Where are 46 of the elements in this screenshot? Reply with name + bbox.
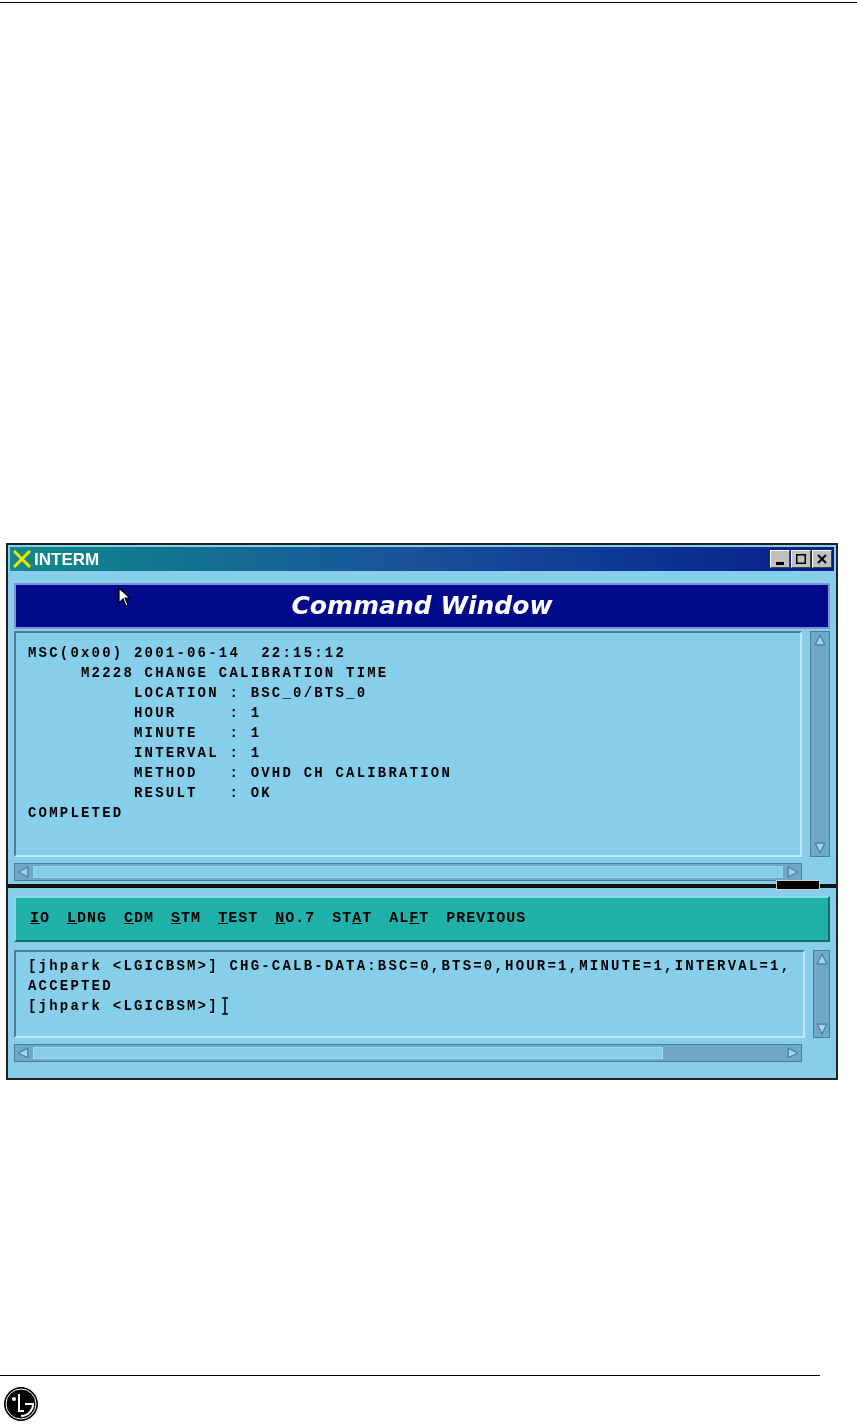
x-logo-icon: [12, 550, 32, 568]
menu-item[interactable]: STM: [171, 907, 202, 931]
maximize-icon: [796, 554, 806, 564]
output-line: M2228 CHANGE CALIBRATION TIME: [80, 664, 389, 683]
pane-sash-handle[interactable]: [776, 880, 820, 890]
menu-item[interactable]: PREVIOUS: [446, 907, 527, 931]
console-line: ACCEPTED: [28, 977, 113, 996]
window-title: INTERM: [34, 550, 100, 568]
output-line: MINUTE : 1: [133, 724, 262, 743]
minimize-button[interactable]: [770, 550, 790, 568]
scroll-up-arrow-icon[interactable]: [815, 953, 828, 965]
maximize-button[interactable]: [791, 550, 811, 568]
output-line: METHOD : OVHD CH CALIBRATION: [133, 764, 453, 783]
scroll-left-arrow-icon[interactable]: [17, 1047, 29, 1059]
output-line: HOUR : 1: [133, 704, 262, 723]
output-line: RESULT : OK: [133, 784, 272, 803]
vertical-scrollbar[interactable]: [810, 631, 830, 857]
menu-item[interactable]: NO.7: [275, 907, 316, 931]
output-line: INTERVAL : 1: [133, 744, 262, 763]
scroll-right-arrow-icon[interactable]: [787, 1047, 799, 1059]
minimize-icon: [776, 561, 784, 565]
vertical-scrollbar[interactable]: [813, 950, 830, 1038]
close-button[interactable]: [812, 550, 832, 568]
scroll-down-arrow-icon[interactable]: [814, 842, 826, 854]
output-line: MSC(0x00) 2001-06-14 22:15:12: [28, 644, 347, 663]
output-line: LOCATION : BSC_0/BTS_0: [133, 684, 368, 703]
scroll-left-arrow-icon[interactable]: [17, 866, 29, 878]
menu-item[interactable]: ALFT: [389, 907, 430, 931]
scroll-down-arrow-icon[interactable]: [815, 1023, 828, 1035]
menu-item[interactable]: LDNG: [67, 907, 108, 931]
text-cursor-icon: [220, 997, 229, 1015]
menu-item[interactable]: TEST: [218, 907, 259, 931]
menu-item[interactable]: STAT: [332, 907, 373, 931]
console-line: [jhpark <LGICBSM>]: [28, 997, 219, 1016]
scroll-right-arrow-icon[interactable]: [787, 866, 799, 878]
header-title: Command Window: [291, 590, 553, 623]
console-line: [jhpark <LGICBSM>] CHG-CALB-DATA:BSC=0,BTS=0,HOUR=1,MINUTE=1,INTERVAL=1,: [28, 957, 792, 976]
menu-item[interactable]: IO: [30, 907, 51, 931]
horizontal-scrollbar[interactable]: [14, 863, 802, 881]
horizontal-scrollbar[interactable]: [14, 1044, 802, 1062]
scroll-up-arrow-icon[interactable]: [814, 634, 826, 646]
output-line: COMPLETED: [28, 804, 124, 823]
mouse-pointer-icon: [118, 587, 132, 607]
lg-logo-icon: [3, 1386, 39, 1422]
close-icon: [817, 554, 827, 564]
menu-item[interactable]: CDM: [124, 907, 155, 931]
